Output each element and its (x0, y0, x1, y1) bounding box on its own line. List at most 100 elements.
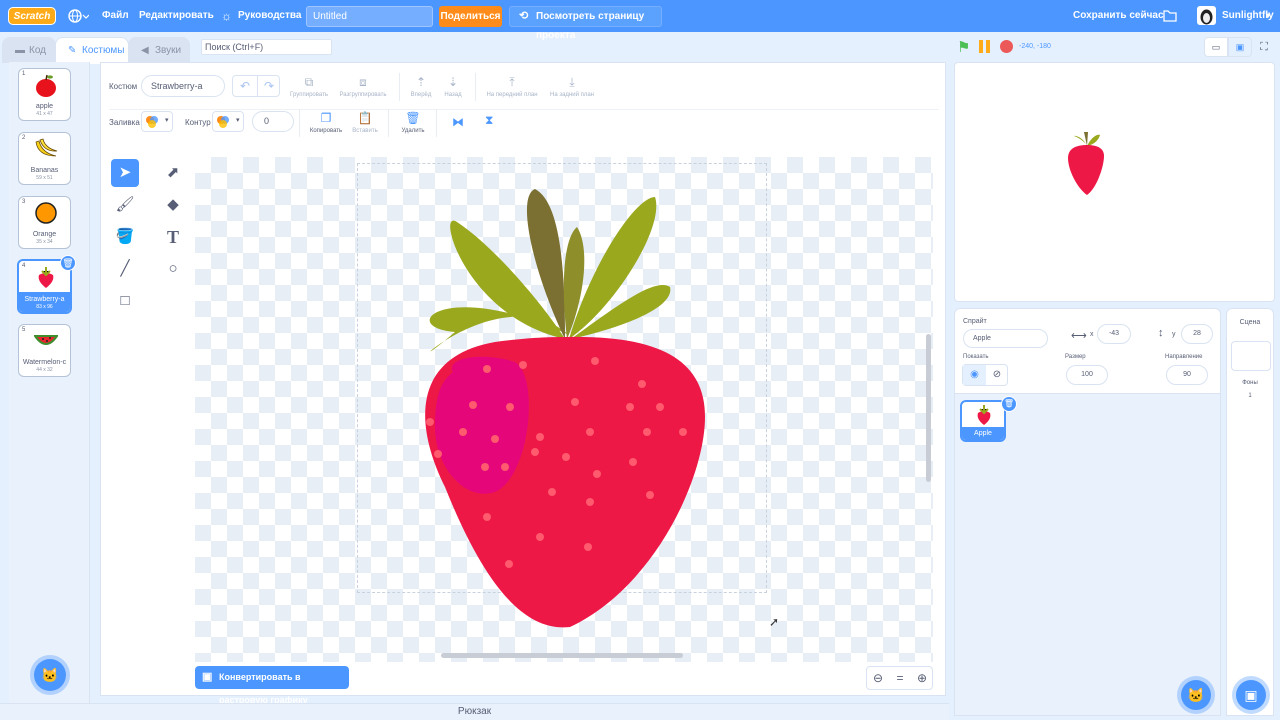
rectangle-tool-icon[interactable]: □ (111, 287, 139, 315)
flip-vertical-icon[interactable]: ⧗ (485, 113, 493, 128)
reshape-tool-icon[interactable]: ⬈ (159, 159, 187, 187)
costume-name: Orange (32, 231, 57, 238)
redo-icon[interactable]: ↷ (264, 79, 274, 93)
backward-button[interactable]: ⇣ Назад (426, 75, 480, 98)
menu-bar: Scratch Файл Редактировать ☼ Руководства… (0, 0, 1280, 41)
backdrops-label: Фоны (1242, 380, 1258, 386)
costume-name-input[interactable]: Strawberry-a (141, 75, 225, 97)
large-stage-icon[interactable]: ▣ (1228, 37, 1252, 57)
fullscreen-icon[interactable]: ⛶ (1255, 37, 1273, 57)
bananas-thumbnail (35, 138, 58, 157)
tab-sounds[interactable]: ◀ Звуки (128, 37, 190, 63)
file-menu[interactable]: Файл (102, 0, 129, 32)
tab-sounds-label: Звуки (155, 45, 182, 56)
line-tool-icon[interactable]: ╱ (111, 255, 139, 283)
size-input[interactable]: 100 (1066, 365, 1108, 385)
costume-item-apple[interactable]: 1 apple 41 x 47 (18, 68, 71, 121)
divider (257, 76, 258, 96)
paste-button[interactable]: 📋 Вставить (338, 111, 392, 134)
choose-costume-cat-icon[interactable]: 🐱 (34, 659, 66, 691)
zoom-controls: ⊖ = ⊕ (866, 666, 933, 690)
small-stage-icon[interactable]: ▭ (1204, 37, 1228, 57)
size-label: Размер (1065, 354, 1086, 360)
horizontal-scrollbar[interactable] (441, 653, 683, 658)
divider (109, 109, 939, 110)
back-label: На задний план (549, 92, 594, 98)
text-tool-icon[interactable]: T (159, 223, 187, 251)
search-input[interactable]: Поиск (Ctrl+F) (201, 39, 332, 55)
share-button[interactable]: Поделиться (439, 6, 502, 27)
scratch-logo[interactable]: Scratch (8, 7, 56, 25)
sprite-name-input[interactable]: Apple (963, 329, 1048, 348)
select-tool-arrow-icon[interactable]: ➤ (111, 159, 139, 187)
eye-closed-icon[interactable]: ⊘ (986, 365, 1008, 385)
delete-sprite-trash-icon[interactable]: 🗑 (1001, 396, 1017, 412)
costume-item-watermelon[interactable]: 5 Watermelon-c 44 x 32 (18, 324, 71, 377)
see-project-page-button[interactable]: ⟲ Посмотреть страницу проекта (509, 6, 662, 41)
edit-menu[interactable]: Редактировать (139, 0, 214, 32)
ungroup-button[interactable]: ⧈ Разгруппировать (336, 75, 390, 98)
y-input[interactable]: 28 (1181, 324, 1213, 344)
delete-button[interactable]: 🗑 Удалить (386, 111, 440, 134)
zoom-out-icon[interactable]: ⊖ (867, 667, 889, 689)
delete-costume-trash-icon[interactable]: 🗑 (60, 255, 76, 271)
front-button[interactable]: ⤒ На передний план (481, 75, 543, 98)
sprite-label: Спрайт (963, 318, 987, 325)
tab-code[interactable]: ▬ Код (2, 37, 56, 63)
x-input[interactable]: -43 (1097, 324, 1131, 344)
language-globe-icon[interactable] (67, 0, 91, 32)
chevron-down-icon[interactable]: ▾ (1266, 0, 1270, 32)
fill-tool-bucket-icon[interactable]: 🪣 (111, 223, 139, 251)
stage[interactable] (954, 62, 1275, 302)
costume-size: 83 x 96 (36, 304, 53, 310)
my-stuff-folder-icon[interactable] (1163, 0, 1177, 32)
color-circles-icon (217, 116, 229, 128)
eraser-tool-icon[interactable]: ◆ (159, 191, 187, 219)
vertical-scrollbar[interactable] (926, 334, 931, 482)
convert-to-bitmap-button[interactable]: ▣ Конвертировать в растровую графику (195, 666, 349, 705)
fill-color-picker[interactable]: ▾ (141, 111, 173, 132)
backpack[interactable]: Рюкзак (0, 703, 949, 720)
undo-icon[interactable]: ↶ (240, 79, 250, 93)
stop-icon[interactable] (1000, 40, 1013, 53)
sprite-item-apple[interactable]: Apple (960, 400, 1006, 442)
choose-sprite-cat-icon[interactable]: 🐱 (1181, 680, 1211, 710)
circle-tool-icon[interactable]: ○ (159, 255, 187, 283)
group-button[interactable]: ⧉ Группировать (282, 75, 336, 98)
choose-backdrop-icon[interactable]: ▣ (1236, 680, 1266, 710)
direction-input[interactable]: 90 (1166, 365, 1208, 385)
stage-title: Сцена (1239, 319, 1261, 326)
strawberry-drawing[interactable] (195, 157, 933, 662)
project-title-input[interactable]: Untitled (306, 6, 433, 27)
orange-thumbnail (35, 202, 57, 224)
group-icon: ⧉ (304, 75, 314, 89)
outline-width-input[interactable]: 0 (252, 111, 294, 132)
avatar[interactable] (1197, 6, 1216, 25)
pause-bar (979, 40, 983, 53)
fill-label: Заливка (109, 118, 140, 127)
costume-list: 1 apple 41 x 47 2 Bananas 59 x 51 3 Oran… (9, 62, 90, 707)
zoom-reset-icon[interactable]: = (889, 667, 911, 689)
backdrop-thumbnail[interactable] (1231, 341, 1271, 371)
outline-color-picker[interactable]: ▾ (212, 111, 244, 132)
y-arrows-icon: ↕ (1158, 327, 1164, 339)
pause-icon[interactable] (979, 40, 991, 53)
apple-thumbnail (36, 74, 56, 97)
costume-number: 5 (22, 327, 26, 333)
zoom-in-icon[interactable]: ⊕ (911, 667, 933, 689)
paint-canvas[interactable]: ➚ (195, 157, 933, 662)
convert-bitmap-label: Конвертировать в растровую графику (219, 672, 308, 705)
back-button[interactable]: ⤓ На задний план (541, 75, 603, 98)
costume-name: Bananas (30, 167, 59, 174)
green-flag-icon[interactable]: ⚑ (957, 38, 970, 56)
save-now-button[interactable]: Сохранить сейчас (1073, 0, 1164, 32)
brush-icon: ✎ (68, 45, 77, 56)
tab-costumes[interactable]: ✎ Костюмы (55, 37, 129, 64)
stage-strawberry-sprite[interactable] (1062, 130, 1112, 198)
eye-open-icon[interactable]: ◉ (963, 365, 986, 385)
costume-item-orange[interactable]: 3 Orange 35 x 34 (18, 196, 71, 249)
tutorials-menu[interactable]: ☼ Руководства (221, 0, 301, 32)
costume-item-bananas[interactable]: 2 Bananas 59 x 51 (18, 132, 71, 185)
brush-tool-icon[interactable]: 🖌 (111, 191, 139, 219)
flip-horizontal-icon[interactable]: ⧓ (452, 115, 464, 129)
